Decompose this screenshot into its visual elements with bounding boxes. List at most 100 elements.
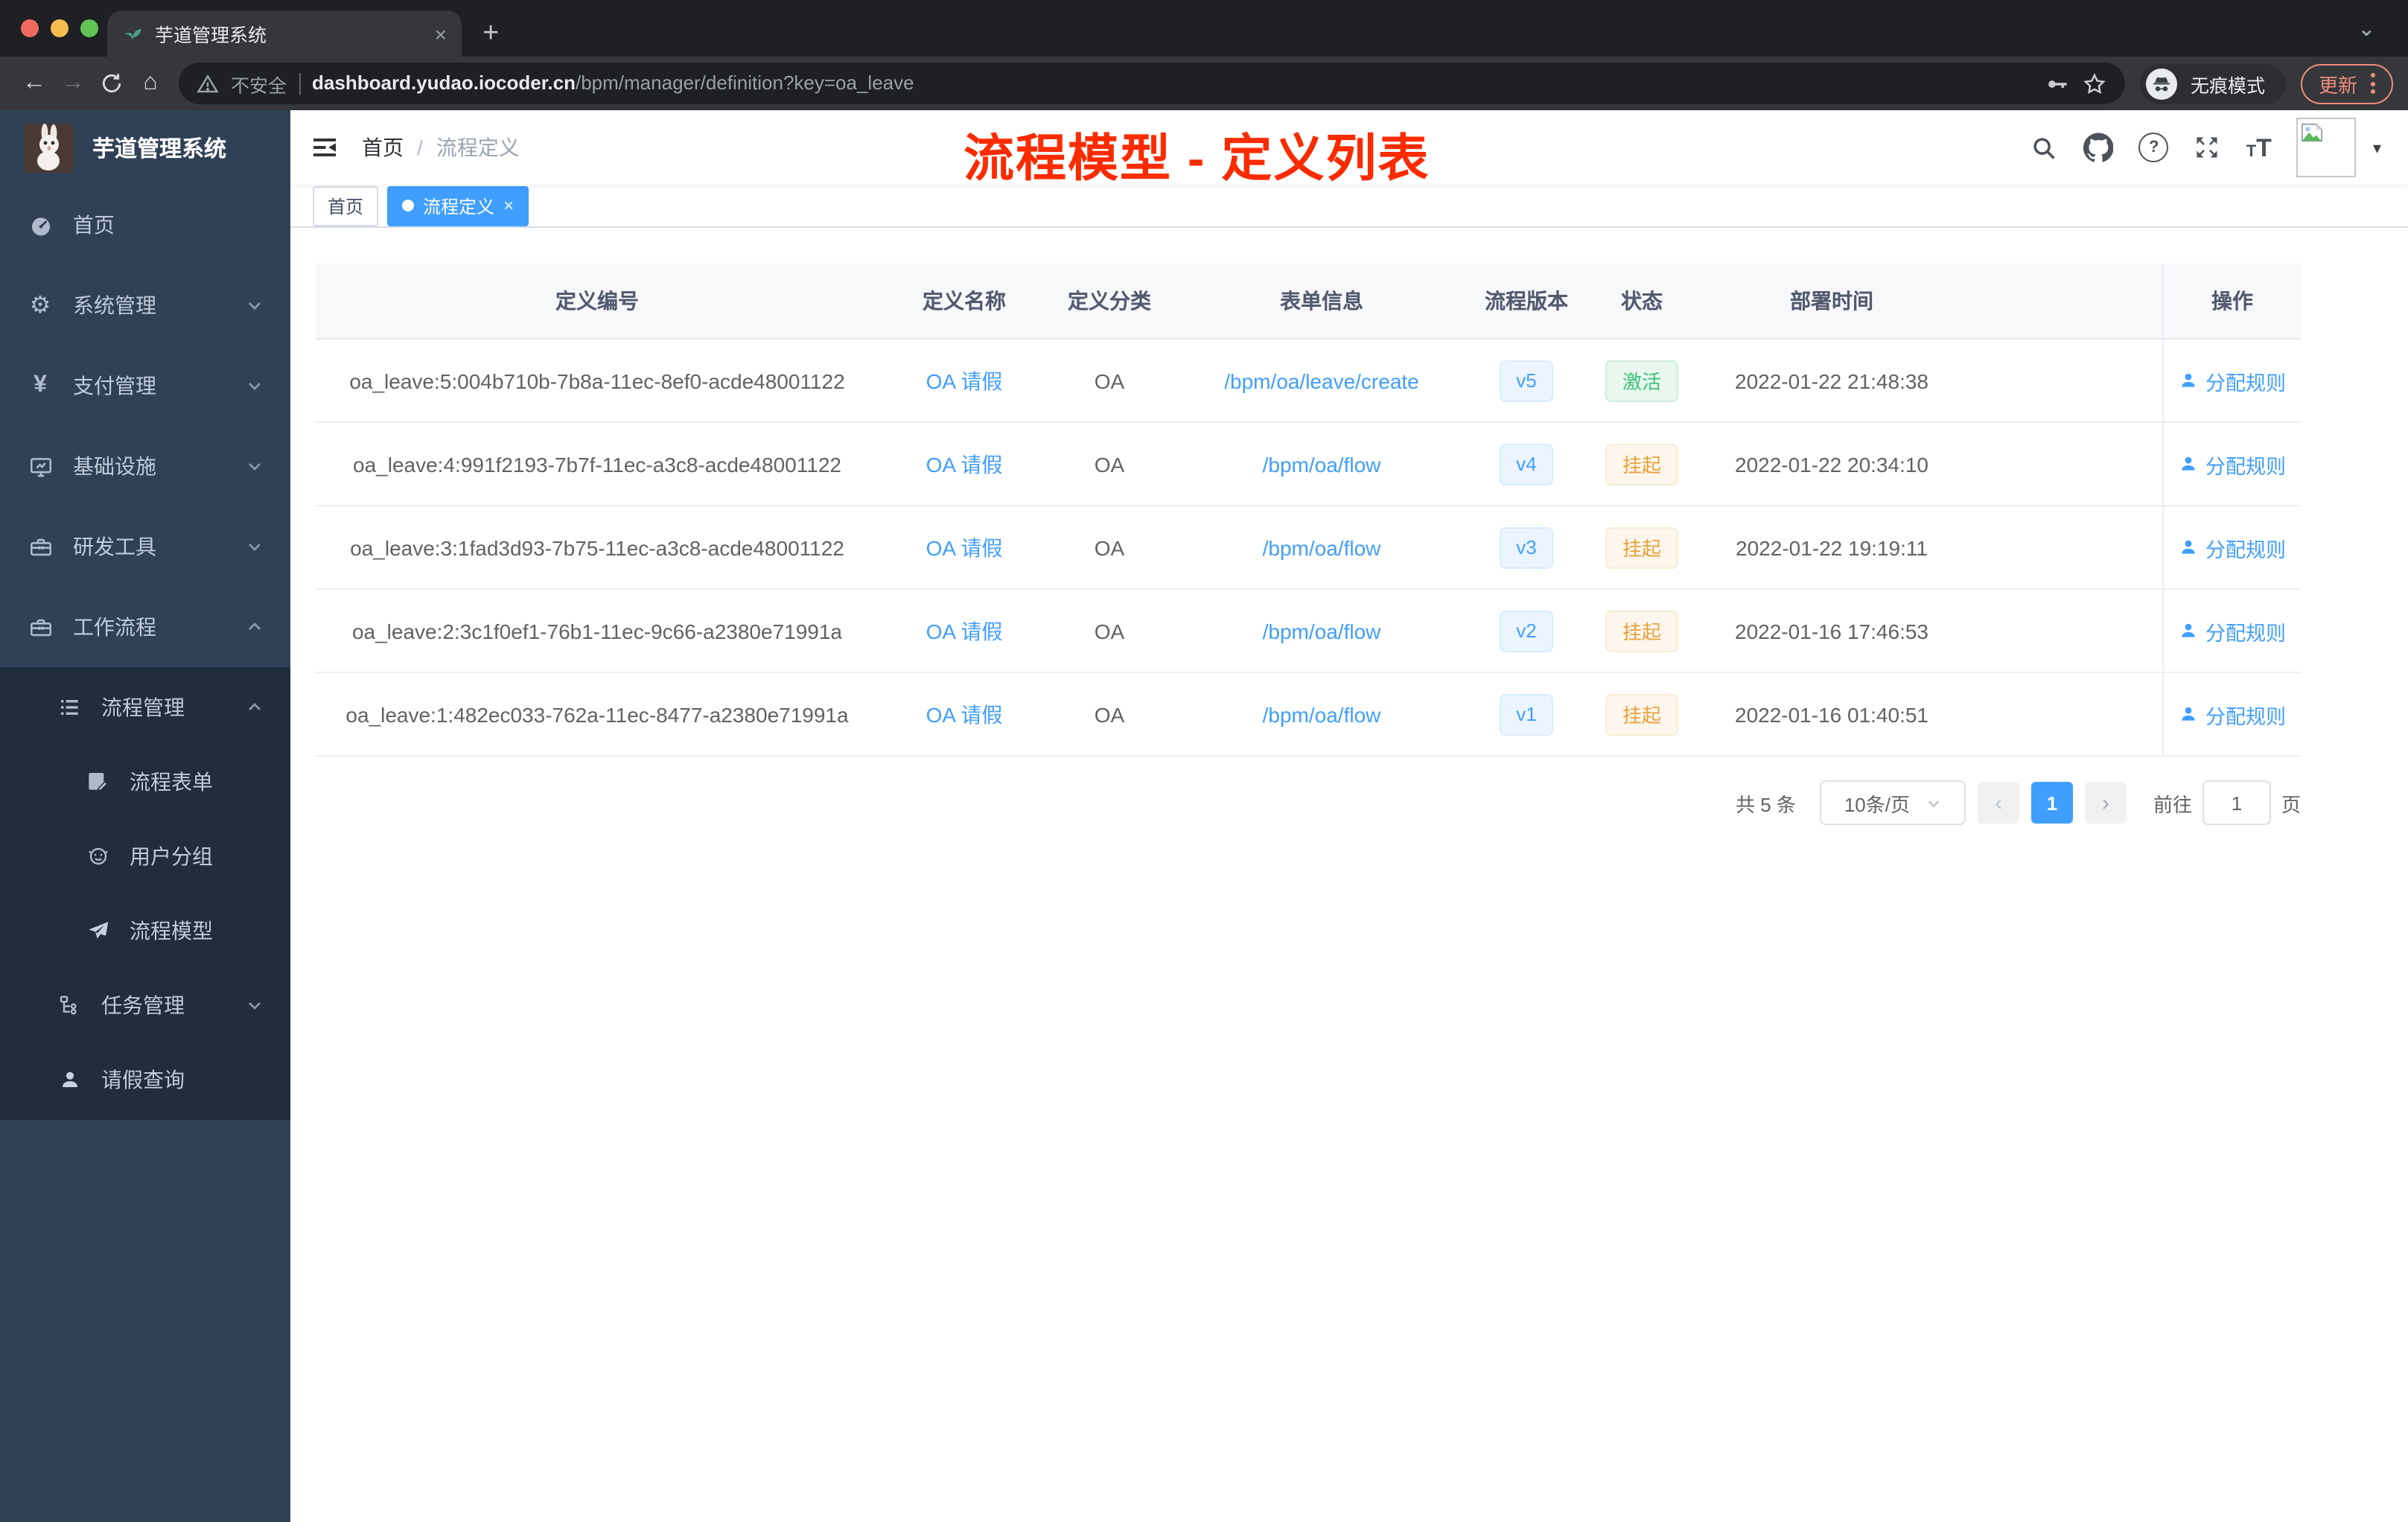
tag-label: 流程定义 [423, 196, 495, 217]
page-unit-label: 页 [2281, 793, 2301, 815]
deploy-time: 2022-01-22 21:48:38 [1735, 369, 1928, 392]
definition-category: OA [1094, 535, 1125, 559]
form-link[interactable]: /bpm/oa/flow [1263, 452, 1381, 476]
next-page-button[interactable]: › [2084, 782, 2127, 824]
update-label[interactable]: 更新 [2319, 69, 2357, 98]
sidebar-item-system[interactable]: ⚙ 系统管理 [0, 265, 290, 346]
search-icon[interactable] [2030, 133, 2059, 162]
table-header: 定义编号 定义名称 定义分类 表单信息 流程版本 状态 部署时间 操作 [316, 264, 2301, 340]
browser-update-button[interactable]: 更新 [2300, 63, 2393, 104]
reload-icon[interactable] [92, 64, 131, 103]
definition-name-link[interactable]: OA 请假 [926, 449, 1003, 479]
chevron-down-icon [246, 538, 264, 555]
top-navbar: 首页 / 流程定义 ? TT ▾ [290, 110, 2408, 185]
bookmark-star-icon[interactable] [2082, 71, 2107, 96]
assign-rule-button[interactable]: 分配规则 [2179, 449, 2286, 479]
browser-menu-icon[interactable] [2371, 73, 2375, 94]
maximize-window-button[interactable] [80, 19, 98, 37]
sidebar-item-process-management[interactable]: 流程管理 [0, 670, 290, 745]
page-content: 定义编号 定义名称 定义分类 表单信息 流程版本 状态 部署时间 操作 oa_l… [290, 228, 2408, 1522]
monitor-icon [27, 453, 54, 479]
sidebar-item-user-group[interactable]: 用户分组 [0, 819, 290, 894]
form-link[interactable]: /bpm/oa/leave/create [1224, 369, 1419, 392]
fullscreen-icon[interactable] [2194, 134, 2221, 161]
definition-name-link[interactable]: OA 请假 [926, 699, 1003, 729]
toolbox-icon [27, 534, 54, 559]
browser-tab[interactable]: 芋道管理系统 × [107, 10, 462, 57]
sidebar-item-label: 支付管理 [73, 374, 156, 398]
tab-close-icon[interactable]: × [435, 23, 447, 44]
definition-name-link[interactable]: OA 请假 [926, 532, 1003, 562]
assign-rule-button[interactable]: 分配规则 [2179, 532, 2286, 562]
favicon-sprout-icon [122, 23, 143, 44]
column-header: 操作 [2162, 264, 2301, 338]
assign-rule-button[interactable]: 分配规则 [2179, 699, 2286, 729]
pagination: 共 5 条 10条/页 ‹ 1 › 前往 页 [316, 780, 2301, 825]
sidebar-item-devtools[interactable]: 研发工具 [0, 506, 290, 587]
close-window-button[interactable] [21, 19, 39, 37]
sidebar-item-home[interactable]: 首页 [0, 185, 290, 265]
column-header: 部署时间 [1790, 289, 1873, 313]
tag-label: 首页 [328, 196, 364, 217]
sidebar-item-process-form[interactable]: 流程表单 [0, 745, 290, 819]
assign-rule-button[interactable]: 分配规则 [2179, 616, 2286, 646]
tag-process-definition[interactable]: 流程定义 × [387, 185, 529, 226]
form-link[interactable]: /bpm/oa/flow [1263, 619, 1381, 643]
sidebar-item-label: 流程模型 [130, 919, 213, 943]
column-header: 定义编号 [555, 289, 639, 313]
prev-page-button[interactable]: ‹ [1977, 782, 2019, 824]
sidebar-collapse-icon[interactable] [311, 134, 338, 161]
sidebar-item-task-management[interactable]: 任务管理 [0, 968, 290, 1042]
sidebar-item-label: 系统管理 [73, 293, 156, 317]
yen-icon: ¥ [34, 372, 47, 398]
back-icon[interactable]: ← [15, 64, 54, 103]
sidebar-item-label: 请假查询 [101, 1068, 185, 1092]
definition-id: oa_leave:1:482ec033-762a-11ec-8477-a2380… [345, 702, 849, 726]
screen: 芋道管理系统 × + ⌄ ← → ⌂ 不安全 dashboard.yudao.i… [0, 0, 2408, 1522]
chevron-down-icon [246, 996, 264, 1014]
address-bar[interactable]: 不安全 dashboard.yudao.iocoder.cn/bpm/manag… [179, 63, 2125, 104]
goto-page-input[interactable] [2202, 780, 2271, 825]
form-link[interactable]: /bpm/oa/flow [1263, 702, 1381, 726]
form-link[interactable]: /bpm/oa/flow [1263, 535, 1381, 559]
definition-name-link[interactable]: OA 请假 [926, 616, 1003, 646]
tag-close-icon[interactable]: × [503, 197, 514, 214]
user-icon [2182, 540, 2195, 554]
window-controls [21, 19, 98, 37]
column-header: 定义名称 [923, 289, 1006, 313]
assign-rule-button[interactable]: 分配规则 [2179, 366, 2286, 395]
table-row: oa_leave:5:004b710b-7b8a-11ec-8ef0-acde4… [316, 340, 2301, 423]
sidebar-item-infrastructure[interactable]: 基础设施 [0, 426, 290, 506]
definition-name-link[interactable]: OA 请假 [926, 366, 1003, 395]
page-size-select[interactable]: 10条/页 [1819, 780, 1966, 825]
page-number-button[interactable]: 1 [2030, 782, 2073, 824]
robot-icon [85, 844, 112, 868]
sidebar-item-workflow[interactable]: 工作流程 [0, 587, 290, 667]
password-key-icon[interactable] [2045, 71, 2070, 96]
definition-id: oa_leave:5:004b710b-7b8a-11ec-8ef0-acde4… [349, 369, 845, 392]
new-tab-button[interactable]: + [482, 19, 499, 48]
font-size-icon[interactable]: TT [2246, 135, 2272, 160]
avatar-caret-icon[interactable]: ▾ [2373, 138, 2381, 157]
definition-category: OA [1094, 369, 1125, 392]
sidebar-item-process-model[interactable]: 流程模型 [0, 894, 290, 968]
security-label[interactable]: 不安全 [231, 69, 287, 98]
chevron-down-icon [1927, 800, 1939, 807]
tag-home[interactable]: 首页 [313, 185, 379, 226]
user-icon [2182, 623, 2195, 637]
home-icon[interactable]: ⌂ [131, 64, 170, 103]
sidebar-item-payment[interactable]: ¥ 支付管理 [0, 346, 290, 426]
breadcrumb-home[interactable]: 首页 [362, 133, 404, 162]
status-badge: 挂起 [1605, 610, 1678, 652]
help-icon[interactable]: ? [2138, 133, 2169, 162]
sidebar-item-leave-query[interactable]: 请假查询 [0, 1042, 290, 1117]
breadcrumb-current: 流程定义 [436, 136, 520, 159]
user-avatar[interactable] [2296, 118, 2357, 177]
github-icon[interactable] [2083, 133, 2114, 162]
minimize-window-button[interactable] [51, 19, 69, 37]
security-warning-icon [197, 72, 219, 95]
forward-icon[interactable]: → [54, 64, 92, 103]
tab-search-icon[interactable]: ⌄ [2358, 16, 2375, 42]
table-row: oa_leave:2:3c1f0ef1-76b1-11ec-9c66-a2380… [316, 590, 2301, 673]
table-row: oa_leave:3:1fad3d93-7b75-11ec-a3c8-acde4… [316, 506, 2301, 590]
